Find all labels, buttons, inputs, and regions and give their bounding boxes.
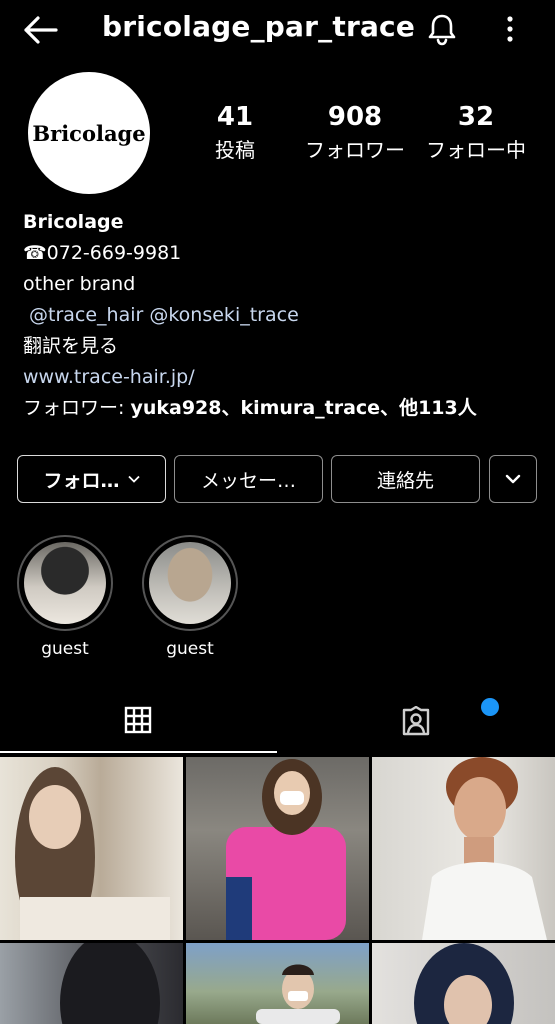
post-image (226, 759, 346, 940)
stat-following-label: フォロー中 (426, 138, 526, 162)
stat-posts-count: 41 (216, 102, 254, 132)
active-tab-indicator (0, 751, 277, 753)
highlight-cover-image (24, 542, 106, 624)
notification-dot (481, 698, 499, 716)
contact-button-label: 連絡先 (376, 469, 434, 492)
stat-following-count: 32 (457, 102, 495, 132)
bio-phone[interactable]: ☎072-669-9981 (23, 238, 543, 269)
stat-following[interactable]: 32 フォロー中 (418, 100, 534, 166)
highlight-label: guest (41, 639, 89, 659)
post-thumbnail[interactable] (372, 757, 555, 940)
post-image (60, 943, 160, 1024)
post-image (414, 943, 514, 1024)
story-highlight[interactable]: guest (142, 535, 238, 659)
website-link[interactable]: www.trace-hair.jp/ (23, 362, 543, 393)
suggested-accounts-button[interactable] (489, 455, 537, 503)
profile-avatar[interactable]: Bricolage (28, 72, 150, 194)
back-arrow-icon[interactable] (20, 14, 60, 46)
highlight-cover-image (149, 542, 231, 624)
following-button[interactable]: フォロ… (17, 455, 166, 503)
profile-display-name: Bricolage (23, 211, 124, 233)
chevron-down-icon (127, 475, 140, 483)
highlight-label: guest (166, 639, 214, 659)
contact-button[interactable]: 連絡先 (331, 455, 480, 503)
profile-tabs (0, 690, 555, 754)
tagged-person-icon[interactable] (400, 706, 432, 738)
see-translation-link[interactable]: 翻訳を見る (23, 331, 543, 362)
stat-followers-count: 908 (327, 102, 383, 132)
post-image (256, 964, 340, 1024)
grid-icon[interactable] (124, 706, 152, 734)
posts-grid (0, 757, 555, 1024)
followed-by-names: yuka928、kimura_trace、他113人 (130, 397, 477, 419)
bio-text-line: other brand (23, 273, 136, 295)
message-button-label: メッセー… (200, 469, 296, 492)
post-thumbnail[interactable] (186, 943, 369, 1024)
post-thumbnail[interactable] (0, 757, 183, 940)
post-image (15, 767, 170, 940)
followed-by[interactable]: フォロワー: yuka928、kimura_trace、他113人 (23, 393, 543, 424)
avatar-logo-text: Bricolage (32, 120, 146, 146)
stat-posts[interactable]: 41 投稿 (205, 100, 265, 166)
profile-username-title: bricolage_par_trace (102, 10, 416, 43)
top-bar: bricolage_par_trace (0, 0, 555, 60)
message-button[interactable]: メッセー… (174, 455, 323, 503)
highlight-ring (17, 535, 113, 631)
profile-bio: Bricolage ☎072-669-9981 other brand @tra… (23, 207, 543, 424)
story-highlight[interactable]: guest (17, 535, 113, 659)
more-vertical-icon[interactable] (500, 12, 520, 46)
following-button-label: フォロ… (43, 469, 120, 492)
stat-followers[interactable]: 908 フォロワー (298, 100, 412, 166)
highlight-ring (142, 535, 238, 631)
post-image (422, 757, 547, 940)
post-thumbnail[interactable] (186, 757, 369, 940)
followed-by-prefix: フォロワー: (23, 397, 131, 419)
stat-posts-label: 投稿 (215, 138, 255, 162)
bio-mentions[interactable]: @trace_hair @konseki_trace (23, 300, 543, 331)
post-thumbnail[interactable] (0, 943, 183, 1024)
post-thumbnail[interactable] (372, 943, 555, 1024)
chevron-down-icon (505, 474, 521, 484)
stat-followers-label: フォロワー (305, 138, 405, 162)
bell-icon[interactable] (426, 12, 458, 46)
